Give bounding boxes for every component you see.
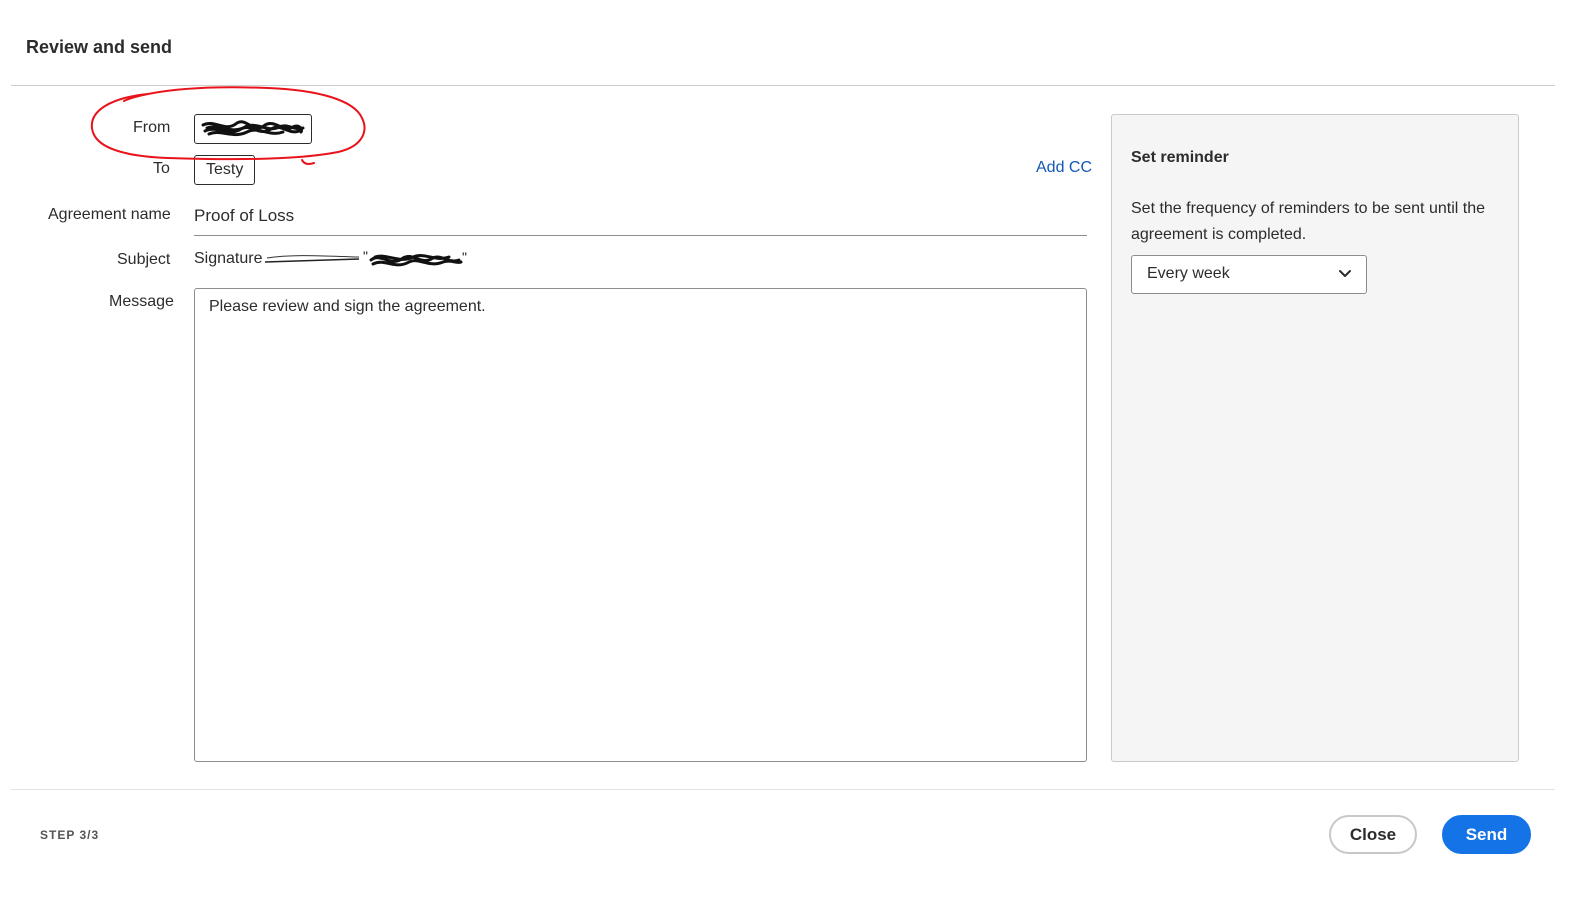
step-indicator: STEP 3/3 [40, 828, 100, 842]
chevron-down-icon [1339, 270, 1351, 277]
subject-redaction-scribble: " " [264, 248, 467, 267]
reminder-frequency-select[interactable]: Every week [1131, 255, 1367, 294]
footer-divider [11, 789, 1555, 790]
reminder-title: Set reminder [1131, 149, 1229, 166]
send-button[interactable]: Send [1442, 815, 1531, 854]
reminder-panel: Set reminder Set the frequency of remind… [1111, 114, 1519, 762]
agreement-name-input[interactable]: Proof of Loss [194, 202, 1087, 236]
reminder-selected-value: Every week [1147, 265, 1230, 282]
svg-text:": " [462, 249, 467, 265]
reminder-description: Set the frequency of reminders to be sen… [1131, 200, 1485, 243]
subject-label: Subject [117, 251, 171, 268]
dialog-title: Review and send [26, 37, 173, 57]
from-sender-chip[interactable] [194, 114, 312, 144]
agreement-name-label: Agreement name [48, 206, 171, 223]
close-button[interactable]: Close [1329, 815, 1417, 854]
redaction-scribble [201, 120, 305, 137]
to-label: To [153, 160, 170, 177]
from-label: From [133, 119, 171, 136]
message-textarea[interactable]: Please review and sign the agreement. [194, 288, 1087, 762]
svg-text:": " [363, 248, 368, 264]
message-label: Message [109, 293, 174, 310]
recipient-chip[interactable]: Testy [194, 155, 255, 185]
add-cc-link[interactable]: Add CC [1036, 159, 1092, 177]
review-and-send-dialog: Review and send From To Testy Add CC Agr… [0, 0, 1594, 899]
subject-input[interactable]: Signature [194, 250, 263, 268]
header-divider [11, 85, 1555, 86]
